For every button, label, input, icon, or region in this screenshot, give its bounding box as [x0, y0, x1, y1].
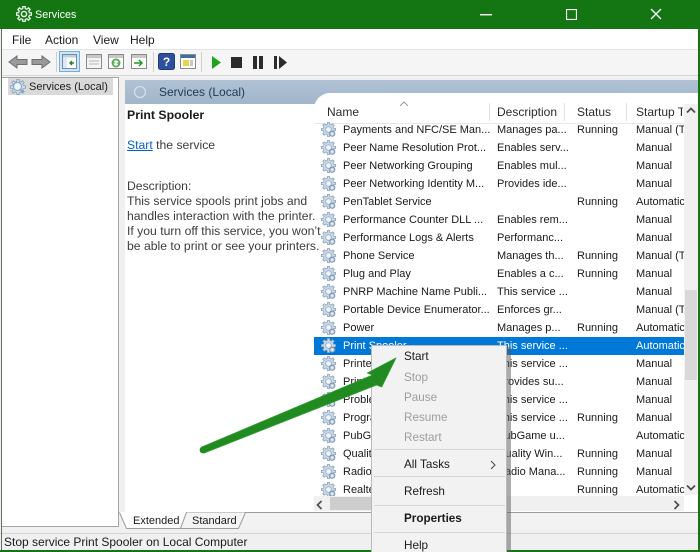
svg-text:?: ?: [163, 55, 170, 69]
